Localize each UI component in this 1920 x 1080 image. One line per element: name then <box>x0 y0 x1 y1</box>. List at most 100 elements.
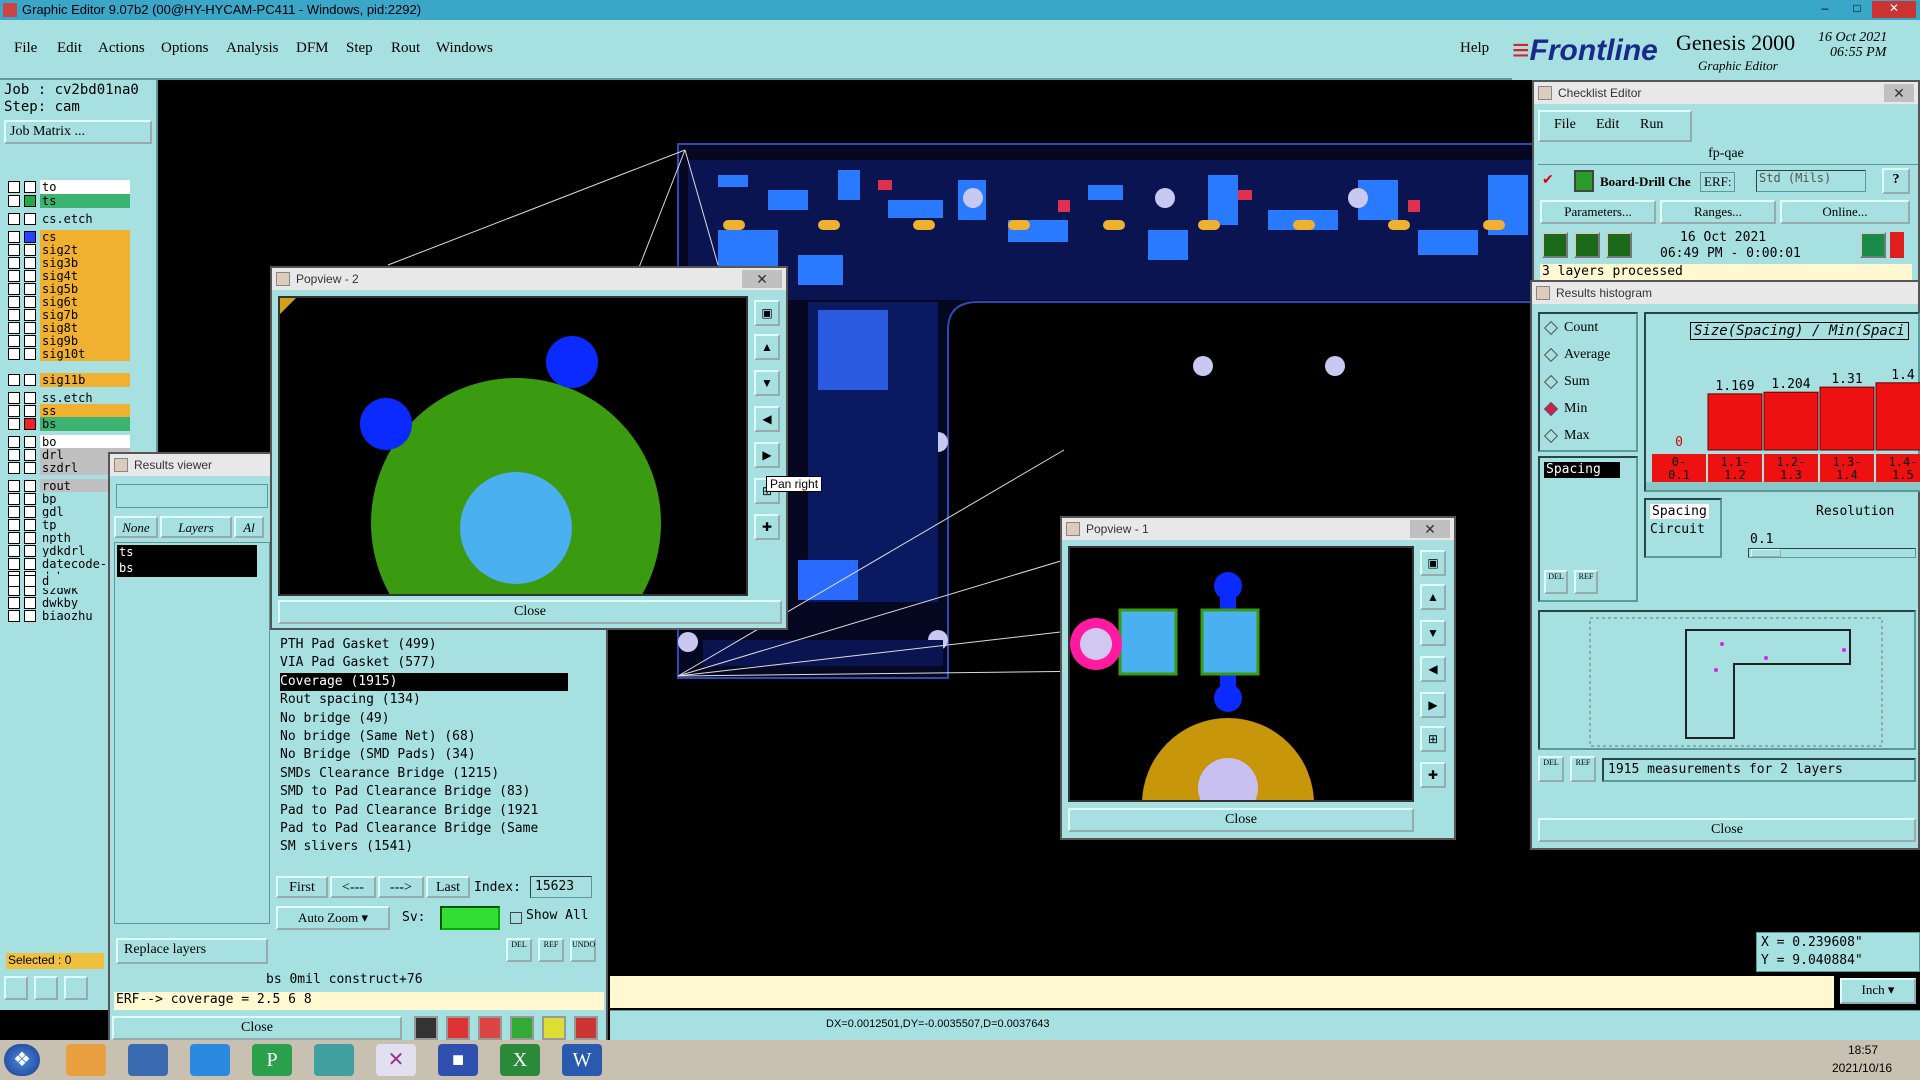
start-button[interactable]: ❖ <box>4 1044 40 1076</box>
layer-color-swatch[interactable] <box>24 480 36 492</box>
run-all-icon[interactable] <box>1574 232 1600 258</box>
result-item[interactable]: SMD to Pad Clearance Bridge (83) <box>280 783 568 801</box>
tool-icon[interactable] <box>446 1016 470 1040</box>
layer-checkbox[interactable] <box>8 545 20 557</box>
layer-color-swatch[interactable] <box>24 519 36 531</box>
tool-icon[interactable] <box>414 1016 438 1040</box>
layer-row-ssetch[interactable]: ss.etch <box>8 391 130 405</box>
layer-color-swatch[interactable] <box>24 322 36 334</box>
layer-checkbox[interactable] <box>8 195 20 207</box>
results-search-field[interactable] <box>116 484 268 508</box>
check-name[interactable]: Board-Drill Che <box>1600 174 1700 190</box>
result-item[interactable]: PTH Pad Gasket (499) <box>280 636 568 654</box>
layer-name[interactable]: cs <box>40 230 130 244</box>
layer-checkbox[interactable] <box>8 506 20 518</box>
layer-row-sig10t[interactable]: sig10t <box>8 347 130 361</box>
layer-checkbox[interactable] <box>8 181 20 193</box>
checklist-menu-file[interactable]: File <box>1554 117 1576 133</box>
layer-checkbox[interactable] <box>8 558 20 570</box>
layer-checkbox[interactable] <box>8 283 20 295</box>
pan-left-icon[interactable]: ◀ <box>754 406 780 432</box>
layer-color-swatch[interactable] <box>24 257 36 269</box>
menu-rout[interactable]: Rout <box>391 40 420 57</box>
layer-name[interactable]: sig11b <box>40 373 130 387</box>
severity-color-select[interactable] <box>440 906 500 930</box>
job-matrix-button[interactable]: Job Matrix ... <box>4 120 152 144</box>
layer-name[interactable]: ss <box>40 404 130 418</box>
board-overview[interactable] <box>1538 610 1916 750</box>
layer-name[interactable]: to <box>40 180 130 194</box>
show-all-checkbox[interactable] <box>510 912 522 924</box>
layer-color-swatch[interactable] <box>24 610 36 622</box>
result-item[interactable]: Rout spacing (134) <box>280 691 568 709</box>
layer-checkbox[interactable] <box>8 493 20 505</box>
pan-up-icon[interactable]: ▲ <box>754 334 780 360</box>
layer-row-sig2t[interactable]: sig2t <box>8 243 130 257</box>
layer-row-sig3b[interactable]: sig3b <box>8 256 130 270</box>
undo-button[interactable]: UNDO <box>570 938 596 962</box>
popview-1-close-button[interactable]: Close <box>1068 808 1414 832</box>
layer-color-swatch[interactable] <box>24 283 36 295</box>
popview-1-canvas[interactable] <box>1068 546 1414 802</box>
menu-file[interactable]: File <box>14 40 37 57</box>
layer-color-swatch[interactable] <box>24 244 36 256</box>
zoom-home-icon[interactable]: ✚ <box>1420 762 1446 788</box>
layer-color-swatch[interactable] <box>24 597 36 609</box>
ref-button[interactable]: REF <box>1570 756 1596 782</box>
layer-row-tp[interactable]: tp <box>8 518 130 532</box>
layer-checkbox[interactable] <box>8 335 20 347</box>
radio-diamond-icon[interactable] <box>1543 347 1559 363</box>
result-item[interactable]: No bridge (Same Net) (68) <box>280 728 568 746</box>
tool-icon[interactable] <box>478 1016 502 1040</box>
layer-name[interactable]: ts <box>40 194 130 208</box>
layer-name[interactable]: sig8t <box>40 321 130 335</box>
layer-color-swatch[interactable] <box>24 506 36 518</box>
layer-row-csetch[interactable]: cs.etch <box>8 212 130 226</box>
tab-none[interactable]: None <box>114 516 158 538</box>
result-item[interactable]: SMDs Clearance Bridge (1215) <box>280 765 568 783</box>
parameters-button[interactable]: Parameters... <box>1540 200 1656 224</box>
layer-color-swatch[interactable] <box>24 545 36 557</box>
checklist-close-x[interactable]: ✕ <box>1884 84 1914 102</box>
layer-row-rout[interactable]: rout <box>8 479 130 493</box>
pan-down-icon[interactable]: ▼ <box>754 370 780 396</box>
layer-checkbox[interactable] <box>8 418 20 430</box>
layer-checkbox[interactable] <box>8 449 20 461</box>
next-button[interactable]: ---> <box>378 876 424 898</box>
layer-row-ydkdrl[interactable]: ydkdrl <box>8 544 130 558</box>
histogram-bar[interactable] <box>1819 386 1875 451</box>
layer-checkbox[interactable] <box>8 610 20 622</box>
type-item-spacing[interactable]: Spacing <box>1650 504 1709 519</box>
erf-select[interactable]: Std (Mils) <box>1756 170 1866 192</box>
layer-checkbox[interactable] <box>8 374 20 386</box>
layer-row-datecode[interactable]: datecode- <box>8 557 130 571</box>
layer-checkbox[interactable] <box>8 213 20 225</box>
layer-color-swatch[interactable] <box>24 449 36 461</box>
layer-row-to[interactable]: to <box>8 180 130 194</box>
app-icon[interactable] <box>190 1044 230 1076</box>
pan-right-icon[interactable]: ▶ <box>754 442 780 468</box>
auto-zoom-select[interactable]: Auto Zoom ▾ <box>276 906 390 930</box>
layer-checkbox[interactable] <box>8 257 20 269</box>
category-item-spacing[interactable]: Spacing <box>1544 462 1620 478</box>
layer-checkbox[interactable] <box>8 244 20 256</box>
layer-name[interactable]: sig9b <box>40 334 130 348</box>
layer-color-swatch[interactable] <box>24 270 36 282</box>
result-item[interactable]: VIA Pad Gasket (577) <box>280 654 568 672</box>
excel-icon[interactable]: X <box>500 1044 540 1076</box>
layer-checkbox[interactable] <box>8 519 20 531</box>
layer-row-sig8t[interactable]: sig8t <box>8 321 130 335</box>
layer-row-sig5b[interactable]: sig5b <box>8 282 130 296</box>
radio-diamond-icon[interactable] <box>1543 374 1559 390</box>
layer-color-swatch[interactable] <box>24 462 36 474</box>
close-window-button[interactable]: ✕ <box>1872 1 1916 18</box>
popview-2-canvas[interactable] <box>278 296 748 596</box>
zoom-home-icon[interactable]: ✚ <box>754 514 780 540</box>
units-select[interactable]: Inch ▾ <box>1840 978 1916 1004</box>
result-layer-item[interactable]: ts <box>117 545 257 561</box>
grid-tool-icon[interactable] <box>64 976 88 1000</box>
stop-icon[interactable] <box>1606 232 1632 258</box>
result-item[interactable]: Coverage (1915) <box>280 672 568 691</box>
radio-diamond-icon[interactable] <box>1543 401 1559 417</box>
layer-color-swatch[interactable] <box>24 418 36 430</box>
